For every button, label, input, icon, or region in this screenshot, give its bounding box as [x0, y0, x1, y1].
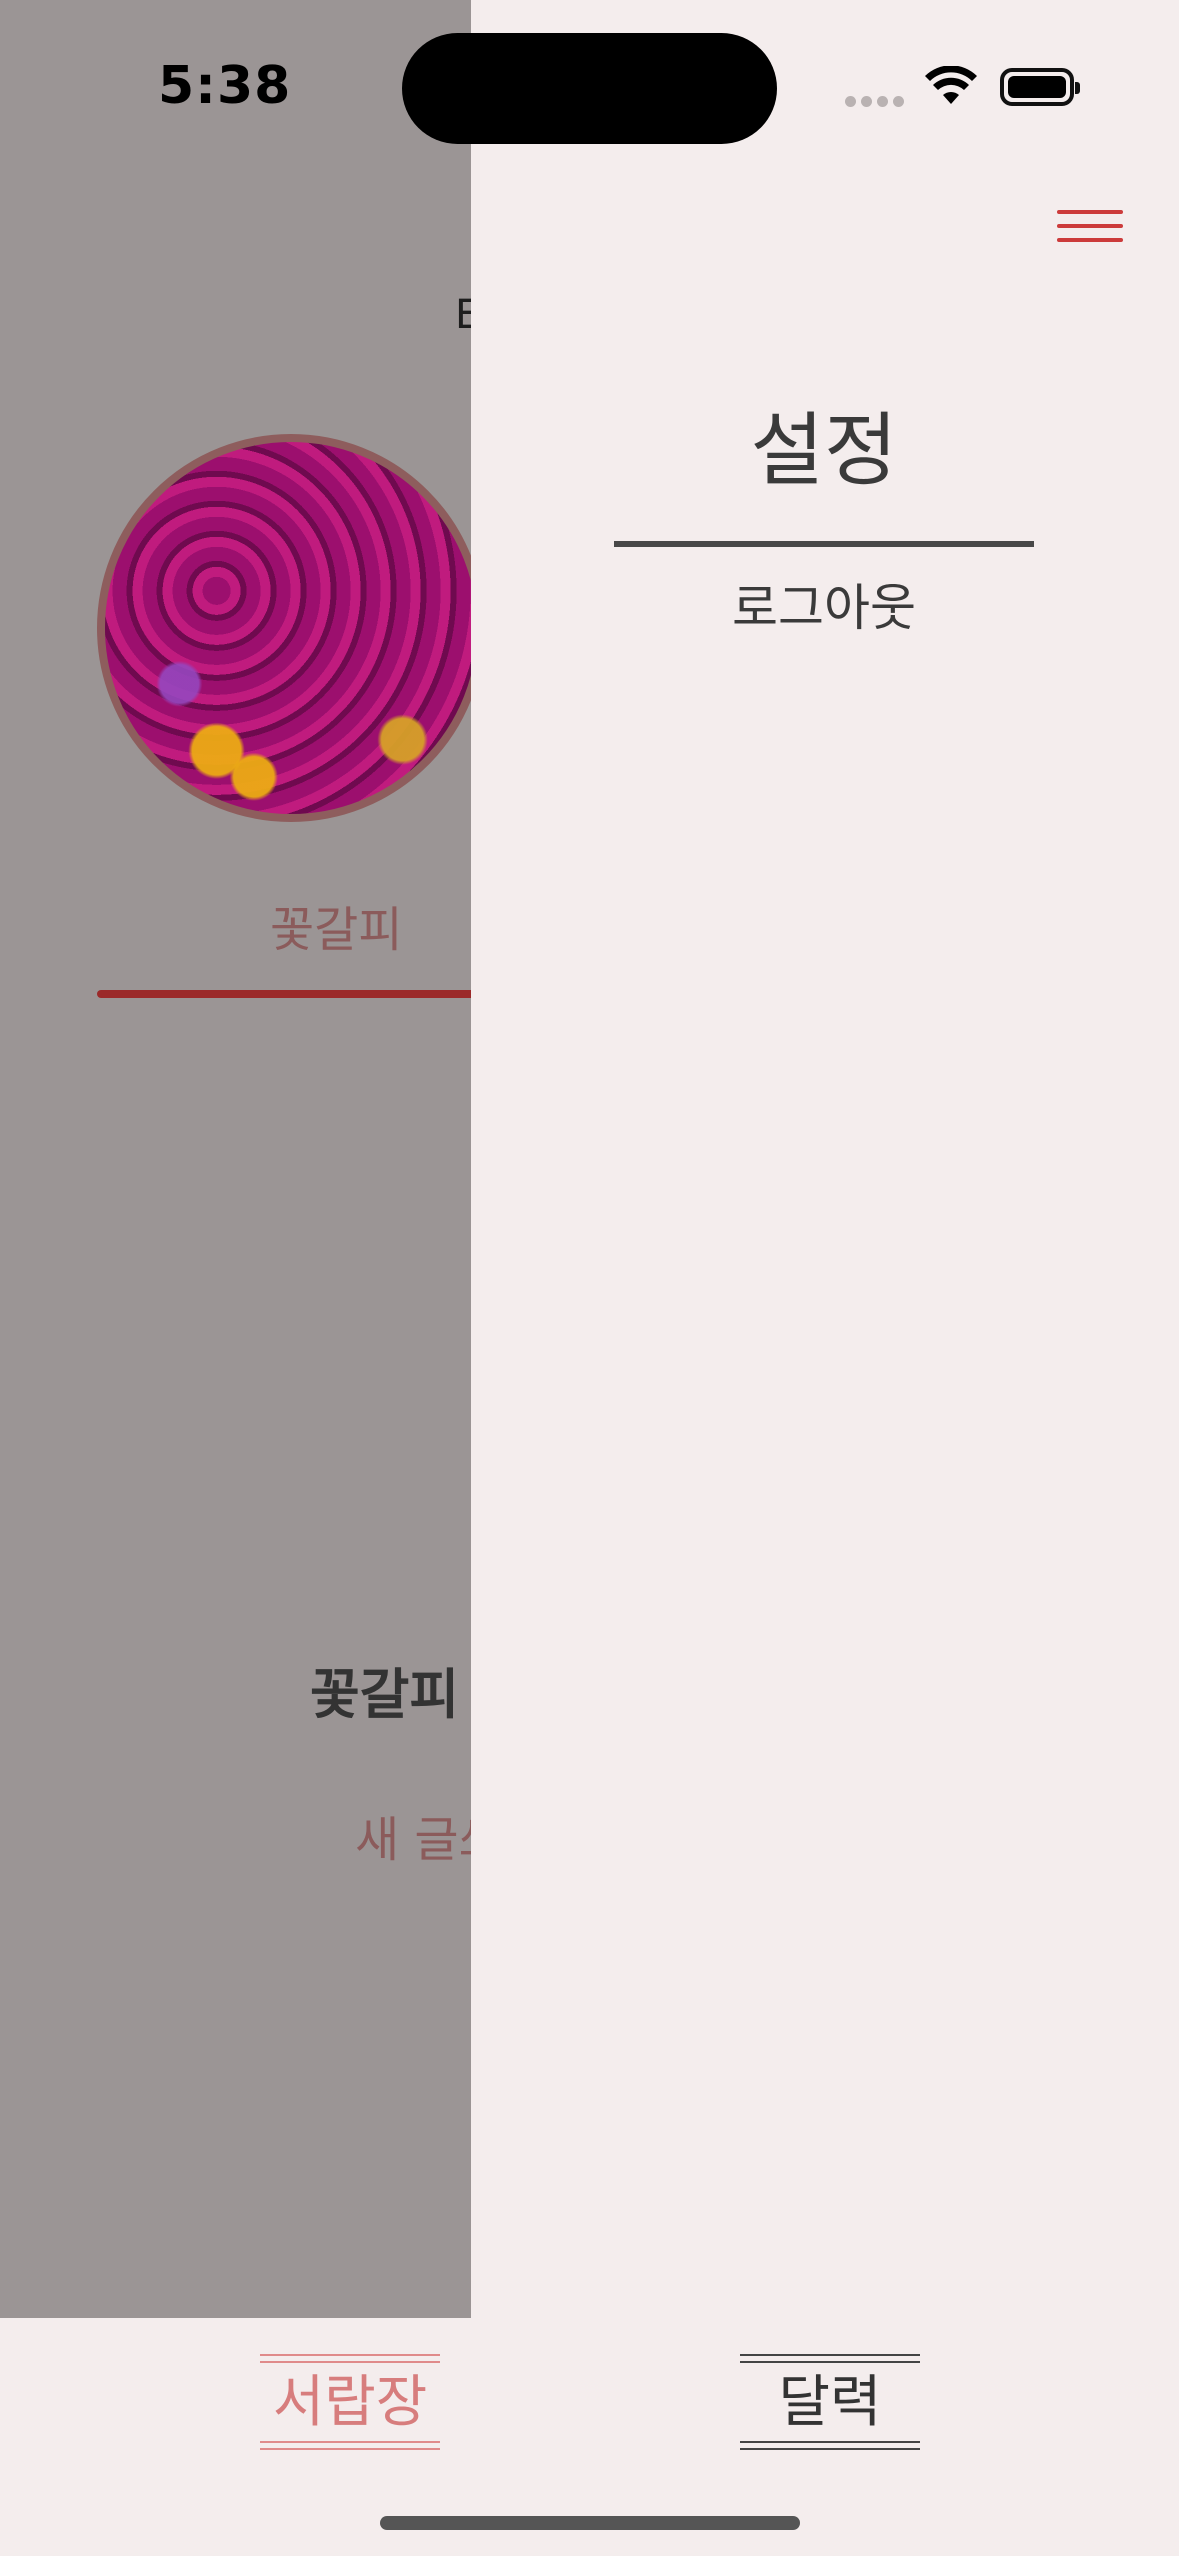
new-post-link: 새 글쓰	[355, 1812, 471, 1868]
profile-name: 꽃갈피	[270, 902, 403, 958]
tab-drawer[interactable]: 서랍장	[260, 2354, 440, 2450]
profile-avatar	[97, 434, 471, 822]
logout-button[interactable]: 로그아웃	[614, 568, 1034, 640]
dimmed-main-screen[interactable]: E 꽃갈피 꽃갈피 새 글쓰	[0, 0, 471, 2318]
tab-drawer-label: 서랍장	[272, 2370, 428, 2435]
cellular-signal-icon	[845, 96, 905, 108]
header-title-partial: E	[455, 292, 471, 338]
status-time: 5:38	[158, 56, 292, 116]
tab-calendar-label: 달력	[778, 2370, 882, 2435]
hamburger-menu-icon[interactable]	[1057, 206, 1123, 246]
tab-calendar[interactable]: 달력	[740, 2354, 920, 2450]
drawer-title: 설정	[750, 404, 898, 497]
wifi-icon	[925, 66, 977, 104]
home-indicator[interactable]	[380, 2516, 800, 2530]
battery-icon	[1000, 68, 1080, 106]
feed-title: 꽃갈피	[310, 1662, 460, 1726]
drawer-divider	[614, 541, 1034, 547]
dynamic-island	[402, 33, 777, 144]
settings-drawer	[471, 0, 1179, 2318]
profile-underline	[97, 990, 471, 998]
